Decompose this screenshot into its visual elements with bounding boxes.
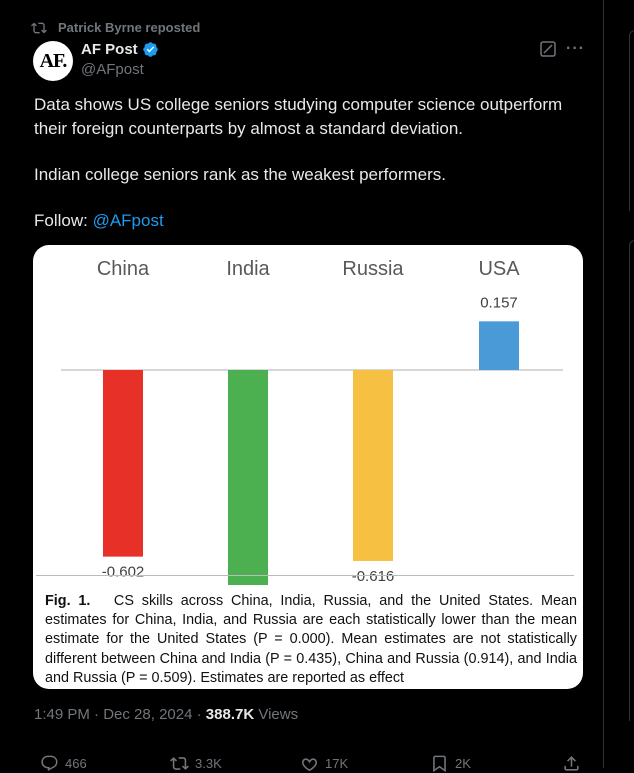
figure-label: Fig. 1. bbox=[45, 593, 91, 609]
repost-button[interactable]: 3.3K bbox=[170, 754, 222, 773]
repost-label: Patrick Byrne reposted bbox=[58, 20, 201, 35]
share-button[interactable] bbox=[562, 754, 581, 773]
bar-chart: China-0.602India-0.728Russia-0.616USA0.1… bbox=[61, 258, 563, 585]
avatar[interactable]: AF. bbox=[33, 41, 73, 81]
tweet-paragraph-2: Indian college seniors rank as the weake… bbox=[34, 165, 446, 184]
verified-badge-icon bbox=[142, 42, 158, 57]
attached-image-card[interactable]: China-0.602India-0.728Russia-0.616USA0.1… bbox=[33, 245, 583, 689]
category-label-usa: USA bbox=[478, 258, 520, 280]
tweet-meta: 1:49 PM · Dec 28, 2024 · 388.7K Views bbox=[34, 706, 298, 723]
tweet-date[interactable]: Dec 28, 2024 bbox=[103, 706, 192, 723]
meta-separator: · bbox=[89, 706, 104, 723]
reply-icon bbox=[41, 755, 58, 772]
repost-indicator[interactable]: Patrick Byrne reposted bbox=[31, 20, 201, 35]
repost-icon bbox=[31, 22, 47, 34]
more-options-icon[interactable]: ··· bbox=[566, 40, 585, 58]
reply-count: 466 bbox=[65, 756, 87, 771]
figure-caption: Fig. 1. CS skills across China, India, R… bbox=[45, 592, 577, 688]
category-label-india: India bbox=[226, 258, 270, 280]
timeline-divider bbox=[603, 0, 604, 768]
meta-separator: · bbox=[192, 706, 206, 723]
bar-china bbox=[103, 370, 143, 557]
caption-rule bbox=[36, 575, 574, 576]
tweet-follow-line: Follow: @AFpost bbox=[34, 209, 594, 233]
author-name-label: AF Post bbox=[81, 41, 138, 58]
views-count: 388.7K bbox=[205, 706, 255, 723]
bar-russia bbox=[353, 370, 393, 561]
category-label-russia: Russia bbox=[342, 258, 404, 280]
follow-prefix: Follow: bbox=[34, 211, 93, 230]
category-label-china: China bbox=[97, 258, 150, 280]
views-label: Views bbox=[254, 706, 299, 723]
action-bar: 466 3.3K 17K 2K bbox=[0, 742, 634, 773]
tweet-paragraph-1: Data shows US college seniors studying c… bbox=[34, 95, 563, 138]
bookmark-icon bbox=[433, 755, 446, 773]
figure-caption-text: CS skills across China, India, Russia, a… bbox=[45, 593, 577, 686]
bookmark-button[interactable]: 2K bbox=[430, 754, 471, 773]
follow-mention-link[interactable]: @AFpost bbox=[93, 211, 164, 230]
author-handle[interactable]: @AFpost bbox=[81, 61, 144, 78]
bar-india bbox=[228, 370, 268, 585]
side-panel-edge bbox=[629, 30, 634, 211]
avatar-logo-text: AF. bbox=[39, 49, 68, 72]
grok-icon[interactable] bbox=[540, 41, 556, 57]
value-label-russia: -0.616 bbox=[352, 568, 395, 585]
reply-button[interactable]: 466 bbox=[40, 754, 87, 773]
value-label-china: -0.602 bbox=[102, 564, 145, 581]
bar-usa bbox=[479, 321, 519, 370]
tweet-time[interactable]: 1:49 PM bbox=[34, 706, 90, 723]
like-button[interactable]: 17K bbox=[300, 754, 348, 773]
heart-icon bbox=[301, 758, 318, 772]
bookmark-count: 2K bbox=[455, 756, 471, 771]
repost-count: 3.3K bbox=[195, 756, 222, 771]
share-icon bbox=[564, 756, 579, 771]
like-count: 17K bbox=[325, 756, 349, 771]
repost-icon bbox=[170, 757, 189, 770]
side-panel-edge-lower bbox=[629, 240, 634, 721]
author-name[interactable]: AF Post bbox=[81, 41, 159, 58]
value-label-usa: 0.157 bbox=[480, 294, 518, 311]
